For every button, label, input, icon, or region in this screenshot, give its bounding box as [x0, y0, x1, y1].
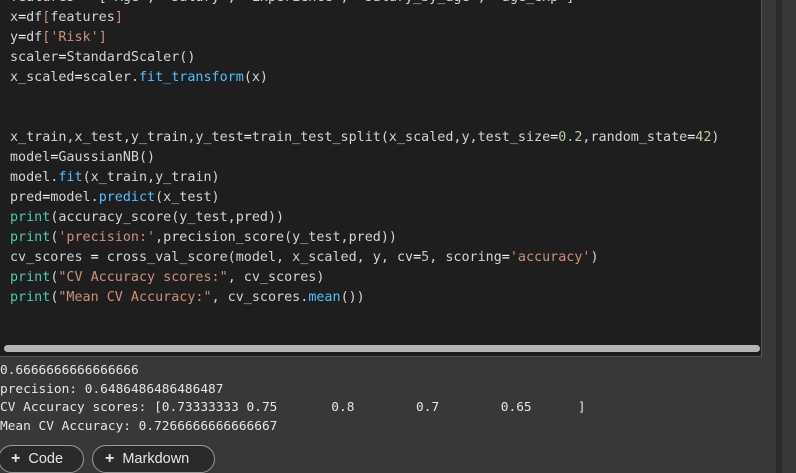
- horizontal-scrollbar[interactable]: [4, 345, 760, 352]
- add-markdown-button[interactable]: + Markdown: [92, 445, 215, 473]
- code-token: ): [711, 130, 720, 145]
- code-line: x=df[features]: [10, 8, 719, 28]
- code-line: x_train,x_test,y_train,y_test=train_test…: [10, 128, 719, 148]
- code-token: features = ['Age', 'Salary', 'Experience…: [10, 0, 574, 5]
- code-token: print: [10, 270, 51, 285]
- code-token: =: [501, 250, 510, 265]
- code-line: cv_scores = cross_val_score(model, x_sca…: [10, 248, 719, 268]
- code-token: y: [10, 30, 19, 45]
- code-token: (x): [243, 70, 268, 85]
- code-token: ]: [98, 30, 107, 45]
- code-token: train_test_split(x_scaled,y,test_size: [251, 130, 551, 145]
- code-token: =: [18, 30, 27, 45]
- code-token: df: [26, 10, 43, 25]
- plus-icon: +: [105, 450, 115, 467]
- code-token: , cv_scores): [227, 270, 325, 285]
- code-token: 0.2: [558, 130, 583, 145]
- code-line: print("Mean CV Accuracy:", cv_scores.mea…: [10, 288, 719, 308]
- code-token: print: [10, 290, 51, 305]
- code-token: predict: [98, 190, 156, 205]
- code-token: ]: [114, 10, 123, 25]
- code-token: "CV Accuracy scores:": [58, 270, 228, 285]
- code-token: 42: [695, 130, 712, 145]
- code-token: model.: [10, 170, 59, 185]
- add-markdown-label: Markdown: [122, 451, 190, 467]
- code-line: print('precision:',precision_score(y_tes…: [10, 228, 719, 248]
- code-token: (x_train,y_train): [82, 170, 220, 185]
- code-token: model.: [50, 190, 99, 205]
- output-line: precision: 0.6486486486486487: [0, 381, 224, 397]
- code-token: x_scaled: [10, 70, 75, 85]
- code-token: df: [26, 30, 43, 45]
- add-code-label: Code: [28, 451, 64, 467]
- code-cell[interactable]: features = ['Age', 'Salary', 'Experience…: [0, 0, 762, 357]
- code-token: ): [590, 250, 599, 265]
- code-line: pred=model.predict(x_test): [10, 188, 719, 208]
- code-token: =: [18, 10, 27, 25]
- code-token: =: [550, 130, 559, 145]
- code-token: x: [10, 10, 19, 25]
- add-code-button[interactable]: + Code: [0, 445, 84, 473]
- code-token: 'Risk': [50, 30, 99, 45]
- code-token: ()): [340, 290, 365, 305]
- code-line: print(accuracy_score(y_test,pred)): [10, 208, 719, 228]
- code-token: features: [50, 10, 115, 25]
- code-token: =: [413, 250, 422, 265]
- vertical-scrollbar[interactable]: [776, 0, 782, 473]
- code-line: scaler=StandardScaler(): [10, 48, 719, 68]
- code-line: y=df['Risk']: [10, 28, 719, 48]
- cell-output: 0.6666666666666666 precision: 0.648648648…: [0, 362, 586, 436]
- code-token: mean: [308, 290, 341, 305]
- code-token: ,random_state: [582, 130, 688, 145]
- code-token: cross_val_score(model, x_scaled, y, cv: [98, 250, 414, 265]
- output-line: 0.6666666666666666: [0, 363, 139, 378]
- code-token: =: [74, 70, 83, 85]
- code-token: print: [10, 210, 51, 225]
- code-token: fit: [58, 170, 83, 185]
- code-token: =: [90, 250, 99, 265]
- output-line: Mean CV Accuracy: 0.7266666666666667: [0, 418, 278, 434]
- code-token: StandardScaler(): [66, 50, 196, 65]
- code-token: cv_scores: [10, 250, 91, 265]
- code-line: model=GaussianNB(): [10, 148, 719, 168]
- output-line: CV Accuracy scores: [0.73333333 0.75 0.8…: [0, 400, 586, 415]
- code-token: (accuracy_score(y_test,pred)): [50, 210, 285, 225]
- code-token: "Mean CV Accuracy:": [58, 290, 212, 305]
- code-token: 'precision:': [58, 230, 156, 245]
- code-token: print: [10, 230, 51, 245]
- code-token: fit_transform: [139, 70, 244, 85]
- code-token: x_train,x_test,y_train,y_test: [10, 130, 244, 145]
- code-token: , scoring: [429, 250, 502, 265]
- code-editor[interactable]: features = ['Age', 'Salary', 'Experience…: [10, 0, 719, 308]
- code-line: print("CV Accuracy scores:", cv_scores): [10, 268, 719, 288]
- code-token: model: [10, 150, 51, 165]
- code-token: 'accuracy': [509, 250, 591, 265]
- code-token: ,precision_score(y_test,pred)): [155, 230, 397, 245]
- plus-icon: +: [11, 450, 21, 467]
- code-token: scaler: [10, 50, 59, 65]
- code-token: scaler.: [82, 70, 139, 85]
- code-token: =: [243, 130, 252, 145]
- code-line: x_scaled=scaler.fit_transform(x): [10, 68, 719, 88]
- code-token: (x_test): [155, 190, 220, 205]
- code-token: GaussianNB(): [58, 150, 156, 165]
- code-token: pred: [10, 190, 43, 205]
- code-line: model.fit(x_train,y_train): [10, 168, 719, 188]
- code-line: features = ['Age', 'Salary', 'Experience…: [10, 0, 719, 8]
- code-token: , cv_scores.: [211, 290, 309, 305]
